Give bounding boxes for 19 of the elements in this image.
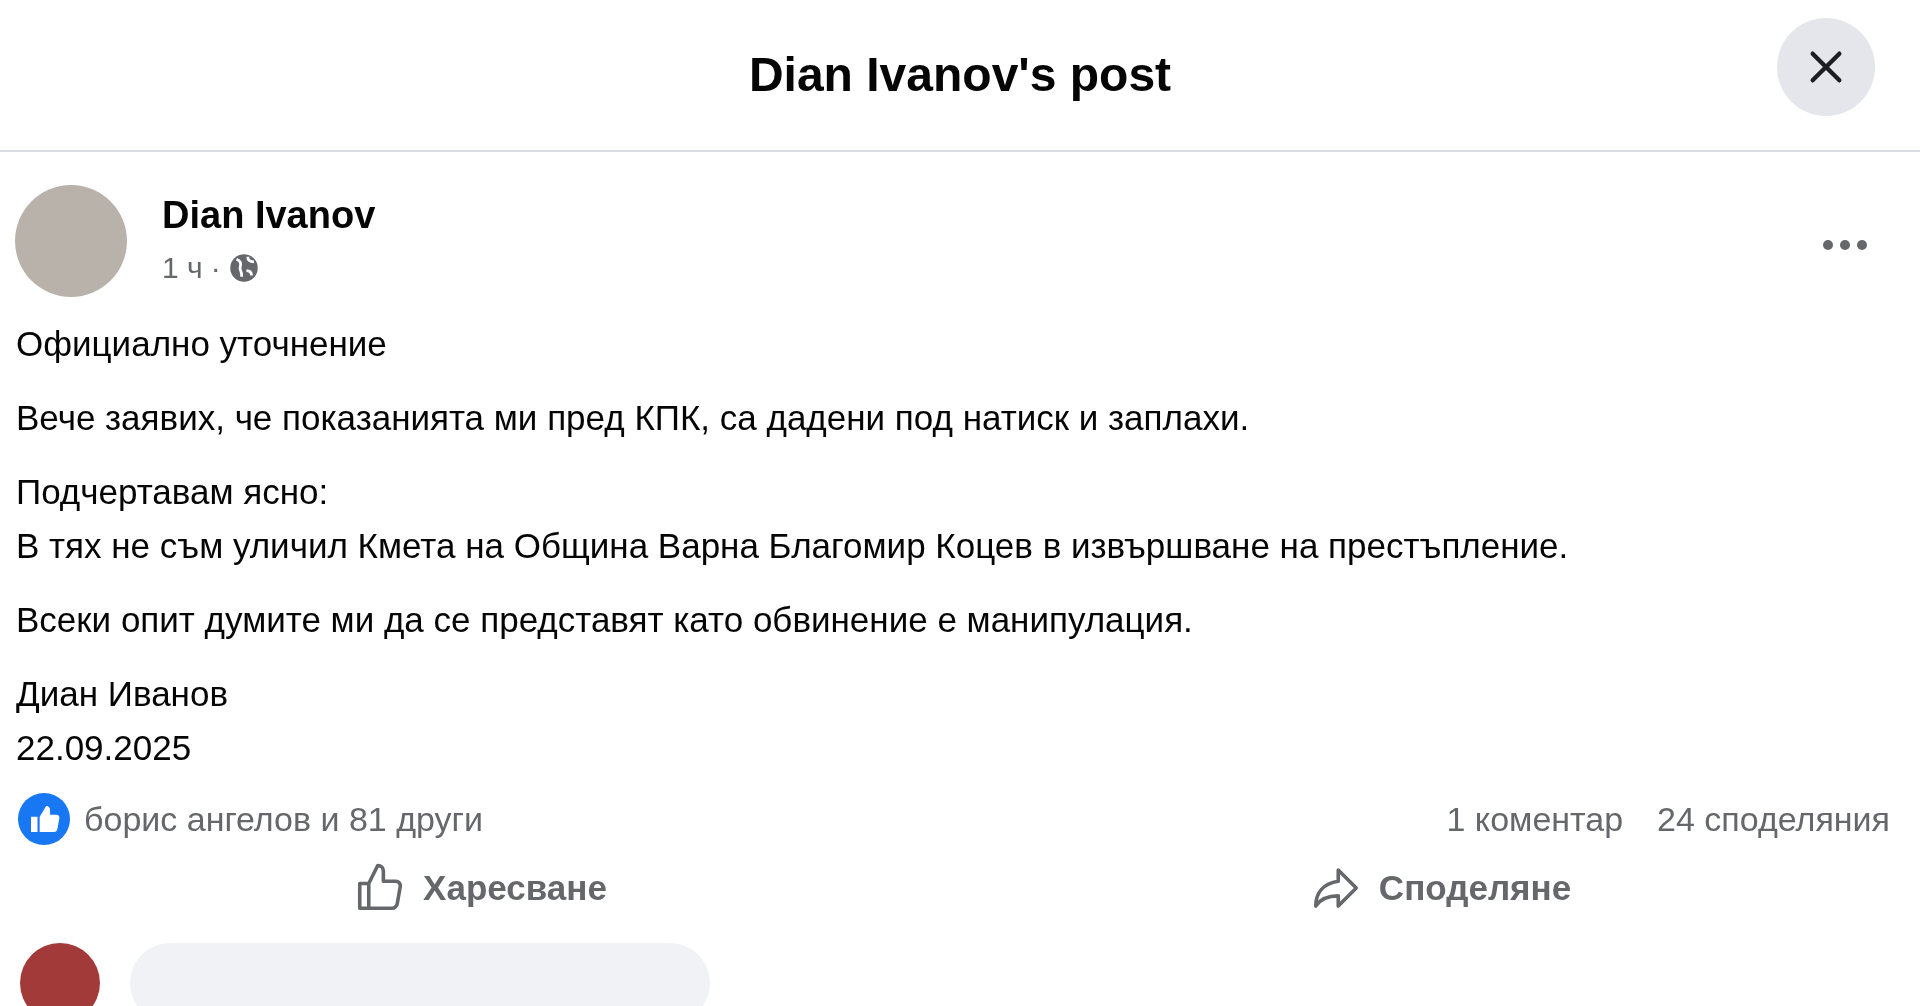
shares-count[interactable]: 24 споделяния: [1657, 793, 1890, 845]
post-text: Подчертавам ясно:: [16, 471, 330, 513]
reactions-summary[interactable]: борис ангелов и 81 други: [84, 793, 483, 845]
post-text: Официално уточнение: [16, 323, 388, 365]
like-reaction-icon: [18, 793, 70, 845]
post-text: В тях не съм уличил Кмета на Община Варна Благомир Коцев в извършване на престъпление.: [16, 525, 1570, 567]
dialog-title: Dian Ivanov's post: [748, 47, 1172, 103]
more-icon: [1822, 239, 1868, 251]
post-time[interactable]: 1 ч: [162, 245, 203, 290]
post-text: 22.09.2025: [16, 727, 193, 769]
separator: ·: [210, 250, 221, 286]
author-name[interactable]: Dian Ivanov: [162, 191, 376, 239]
comments-count[interactable]: 1 коментар: [1446, 793, 1624, 845]
globe-icon: [228, 252, 259, 283]
like-action-button[interactable]: Харесване: [0, 861, 960, 915]
post-text: Диан Иванов: [16, 673, 229, 715]
post-text: Всеки опит думите ми да се представят като обвинение е манипулация.: [16, 599, 1194, 641]
share-action-button[interactable]: Споделяне: [960, 861, 1920, 915]
post-text: Вече заявих, че показанията ми пред КПК, са дадени под натиск и заплахи.: [16, 397, 1251, 439]
